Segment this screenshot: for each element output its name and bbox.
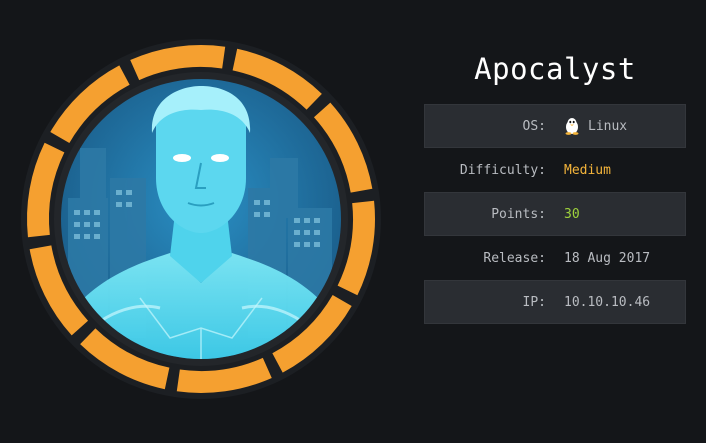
os-value: Linux (546, 117, 627, 135)
release-label: Release: (483, 250, 546, 266)
info-row-os: OS: Linux (424, 104, 686, 148)
info-row-points: Points: 30 (424, 192, 686, 236)
difficulty-label: Difficulty: (459, 162, 546, 178)
os-value-text: Linux (588, 118, 628, 134)
machine-info-table: OS: Linux Difficulty: Medium Points: 30 (424, 104, 686, 324)
points-value: 30 (564, 206, 580, 222)
points-label: Points: (491, 206, 546, 222)
info-row-ip: IP: 10.10.10.46 (424, 280, 686, 324)
tux-icon (565, 118, 579, 135)
machine-avatar-image (21, 39, 381, 399)
os-label: OS: (522, 118, 546, 134)
machine-title: Apocalyst (474, 52, 636, 86)
ip-label: IP: (522, 294, 546, 310)
machine-avatar (20, 38, 382, 400)
release-value: 18 Aug 2017 (564, 250, 651, 266)
info-row-difficulty: Difficulty: Medium (424, 148, 686, 192)
difficulty-value: Medium (564, 162, 611, 178)
ip-value: 10.10.10.46 (564, 294, 651, 310)
machine-card: Apocalyst OS: Linux Difficulty: Medium P… (0, 0, 706, 443)
info-row-release: Release: 18 Aug 2017 (424, 236, 686, 280)
